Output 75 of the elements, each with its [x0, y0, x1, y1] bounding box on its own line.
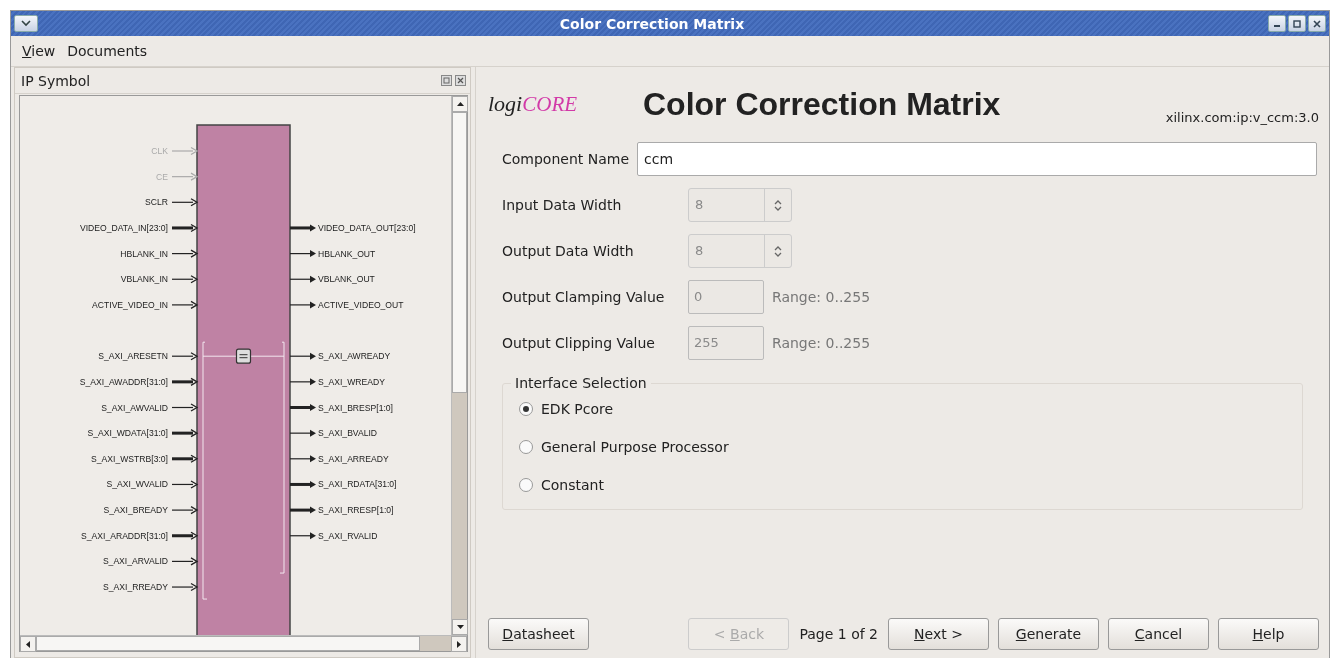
window-menu-button[interactable] [14, 15, 38, 32]
wizard-button[interactable]: Help [1218, 618, 1319, 650]
radio-button[interactable] [519, 402, 533, 416]
datasheet-button[interactable]: Datasheet [488, 618, 589, 650]
range-hint: Range: 0..255 [772, 289, 871, 305]
field-label: Input Data Width [502, 197, 623, 213]
scroll-right-icon[interactable] [457, 640, 461, 648]
field-label: Output Data Width [502, 243, 635, 259]
pin-label: ACTIVE_VIDEO_IN [92, 299, 168, 310]
pin-label: S_AXI_RVALID [318, 530, 378, 541]
pin-label: S_AXI_ARVALID [102, 556, 168, 567]
horizontal-scrollbar[interactable] [20, 635, 467, 651]
radio-label: EDK Pcore [541, 401, 614, 417]
pin-label: VIDEO_DATA_OUT[23:0] [318, 222, 416, 233]
wizard-button[interactable]: Cancel [1108, 618, 1209, 650]
close-button[interactable] [1308, 15, 1326, 32]
spinner-arrows-icon [774, 245, 782, 257]
close-icon [1313, 19, 1321, 28]
radio-button[interactable] [519, 478, 533, 492]
pin-label: S_AXI_WDATA[31:0] [87, 428, 168, 439]
pin-label: SCLR [145, 197, 168, 208]
pin-label: HBLANK_OUT [318, 248, 376, 259]
pin-label: VBLANK_OUT [318, 274, 375, 285]
panel-title: IP Symbol [21, 72, 92, 89]
pin-label: VIDEO_DATA_IN[23:0] [79, 222, 168, 233]
pin-label: S_AXI_RREADY [103, 582, 168, 593]
pin-label: S_AXI_AWADDR[31:0] [79, 376, 168, 387]
collapse-icon[interactable] [235, 348, 252, 364]
pin-label: S_AXI_BREADY [103, 505, 168, 516]
wizard-button[interactable]: Next > [888, 618, 989, 650]
scroll-down-icon[interactable] [456, 625, 464, 629]
field-label: Output Clipping Value [502, 335, 656, 351]
vertical-scrollbar[interactable] [451, 96, 467, 635]
pin-label: S_AXI_RDATA[31:0] [318, 479, 397, 490]
scroll-up-icon[interactable] [456, 102, 464, 106]
radio-label: General Purpose Processor [541, 439, 729, 455]
core-identifier: xilinx.com:ip:v_ccm:3.0 [1165, 110, 1319, 125]
pin-label: S_AXI_AWVALID [101, 402, 168, 413]
menu-item[interactable]: View [17, 41, 61, 61]
spinner-arrows-icon [774, 199, 782, 211]
close-icon[interactable] [455, 75, 466, 86]
window-title: Color Correction Matrix [558, 15, 746, 32]
pin-label: S_AXI_AWREADY [318, 351, 391, 362]
field-label: Output Clamping Value [502, 289, 666, 305]
pin-label: HBLANK_IN [120, 248, 168, 259]
logo: logiCORE [488, 91, 579, 117]
pin-label: S_AXI_WSTRB[3:0] [91, 453, 168, 464]
radio-button[interactable] [519, 440, 533, 454]
pin-label: VBLANK_IN [120, 274, 168, 285]
pin-label: S_AXI_ARESETN [98, 351, 168, 362]
page-title: Color Correction Matrix [643, 85, 1002, 123]
maximize-button[interactable] [1288, 15, 1306, 32]
page-indicator: Page 1 of 2 [799, 626, 878, 642]
minimize-button[interactable] [1268, 15, 1286, 32]
maximize-icon [1293, 19, 1301, 28]
pin-label: CE [156, 171, 168, 182]
menu-item[interactable]: Documents [62, 41, 153, 61]
pin-label: CLK [151, 146, 168, 156]
pin-label: S_AXI_WVALID [106, 479, 168, 490]
pin-label: S_AXI_BRESP[1:0] [318, 402, 393, 413]
pin-label: S_AXI_BVALID [318, 428, 378, 439]
pin-label: S_AXI_ARADDR[31:0] [81, 530, 168, 541]
radio-label: Constant [541, 477, 604, 493]
pin-label: S_AXI_ARREADY [318, 453, 389, 464]
scroll-left-icon[interactable] [26, 640, 30, 648]
group-title: Interface Selection [514, 375, 648, 391]
wizard-button[interactable]: Generate [998, 618, 1099, 650]
field-label: Component Name [502, 151, 630, 167]
float-icon[interactable] [441, 75, 452, 86]
chevron-down-icon [21, 20, 31, 27]
component-name-field[interactable]: ccm [637, 142, 1317, 176]
pin-label: ACTIVE_VIDEO_OUT [318, 299, 404, 310]
pin-label: S_AXI_RRESP[1:0] [318, 505, 394, 516]
range-hint: Range: 0..255 [772, 335, 871, 351]
pin-label: S_AXI_WREADY [318, 376, 385, 387]
